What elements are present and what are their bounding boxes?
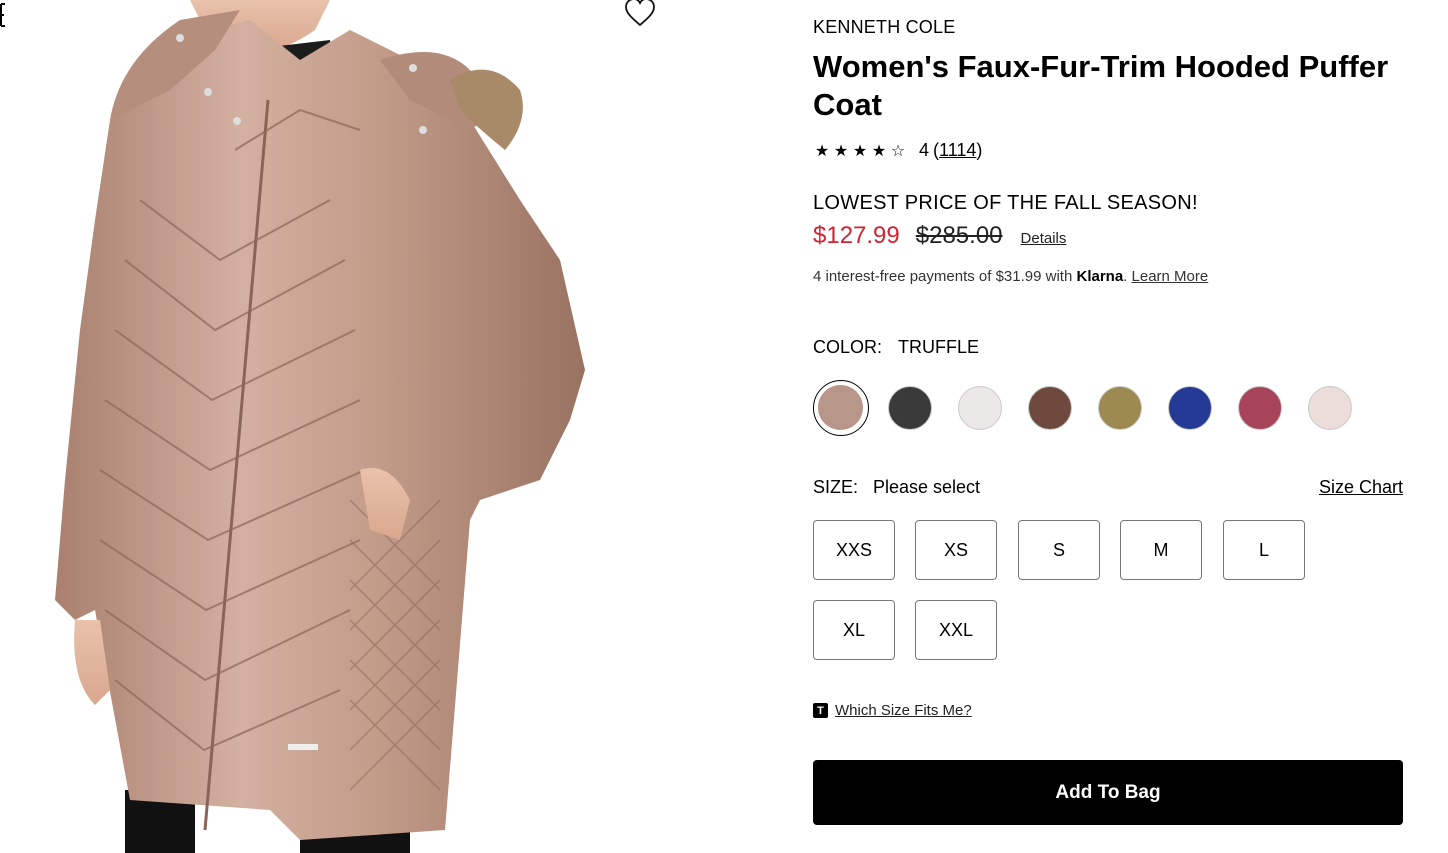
fit-finder[interactable]: T Which Size Fits Me?	[813, 702, 972, 719]
size-option-xxs[interactable]: XXS	[813, 520, 895, 580]
swatch-black[interactable]	[888, 386, 932, 430]
brand-name[interactable]: KENNETH COLE	[813, 17, 955, 38]
coat-photo	[55, 0, 585, 853]
size-option-xs[interactable]: XS	[915, 520, 997, 580]
star-rating: ★ ★ ★ ★ ☆	[813, 141, 907, 161]
size-selected-value: Please select	[873, 477, 981, 497]
product-image[interactable]	[0, 0, 780, 853]
swatch-olive[interactable]	[1098, 386, 1142, 430]
klarna-logo: Klarna	[1076, 268, 1124, 285]
original-price: $285.00	[915, 222, 1003, 249]
size-label: SIZE:	[813, 477, 859, 497]
size-option-s[interactable]: S	[1018, 520, 1100, 580]
size-option-l[interactable]: L	[1223, 520, 1305, 580]
klarna-learn-more-link[interactable]: Learn More	[1132, 268, 1209, 285]
color-selected-value: TRUFFLE	[898, 337, 980, 357]
star-empty-icon: ☆	[890, 142, 906, 160]
rating-summary[interactable]: ★ ★ ★ ★ ☆ 4 (1114)	[813, 140, 983, 161]
swatch-berry[interactable]	[1238, 386, 1282, 430]
carousel-edge-icon	[0, 3, 5, 27]
swatch-truffle[interactable]	[813, 380, 869, 436]
swatch-blush[interactable]	[1308, 386, 1352, 430]
size-option-xxl[interactable]: XXL	[915, 600, 997, 660]
color-label: COLOR:	[813, 337, 883, 357]
swatch-brown[interactable]	[1028, 386, 1072, 430]
color-swatches	[813, 380, 1403, 436]
star-filled-icon: ★	[871, 142, 887, 160]
swatch-truffle-dot	[818, 385, 863, 430]
fit-finder-icon: T	[813, 703, 828, 718]
price-details-link[interactable]: Details	[1021, 230, 1067, 247]
rating-value: 4	[919, 140, 930, 160]
size-option-xl[interactable]: XL	[813, 600, 895, 660]
promo-banner: LOWEST PRICE OF THE FALL SEASON!	[813, 192, 1198, 214]
size-chart-link[interactable]: Size Chart	[1319, 477, 1403, 498]
klarna-message: 4 interest-free payments of $31.99 with …	[813, 268, 1209, 285]
which-size-fits-link[interactable]: Which Size Fits Me?	[835, 702, 972, 719]
heart-icon	[625, 0, 655, 27]
star-filled-icon: ★	[852, 142, 868, 160]
wishlist-button[interactable]	[622, 0, 658, 30]
size-option-m[interactable]: M	[1120, 520, 1202, 580]
review-count-link[interactable]: 1114	[939, 140, 976, 160]
product-title: Women's Faux-Fur-Trim Hooded Puffer Coat	[813, 49, 1389, 122]
color-selector-header: COLOR: TRUFFLE	[813, 337, 979, 358]
add-to-bag-button[interactable]: Add To Bag	[813, 760, 1403, 825]
klarna-text: 4 interest-free payments of $31.99 with	[813, 268, 1073, 285]
price-block: $127.99 $285.00 Details	[813, 222, 1066, 250]
swatch-blue[interactable]	[1168, 386, 1212, 430]
sale-price: $127.99	[813, 222, 900, 249]
review-count[interactable]: (1114)	[933, 140, 982, 161]
star-filled-icon: ★	[814, 142, 830, 160]
swatch-white[interactable]	[958, 386, 1002, 430]
star-filled-icon: ★	[833, 142, 849, 160]
